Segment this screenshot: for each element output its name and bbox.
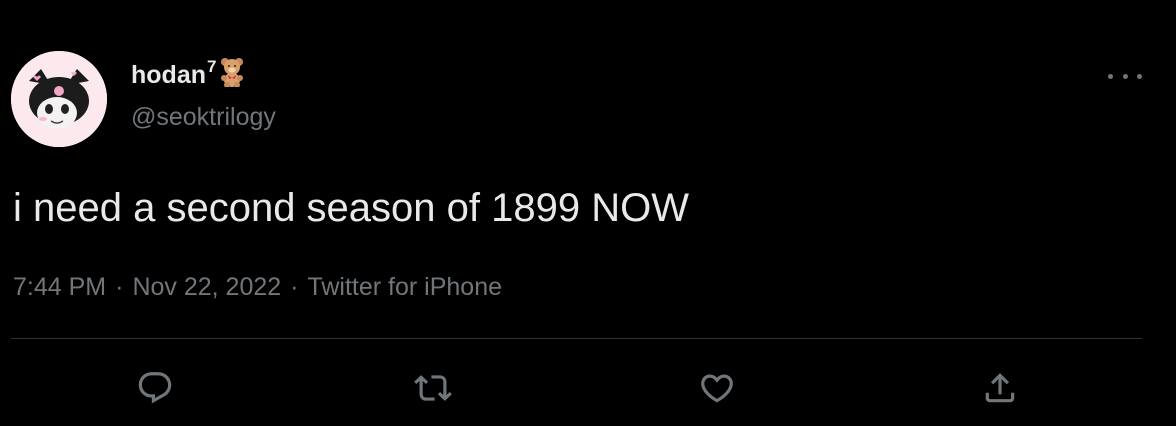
display-name[interactable]: hodan 7 bbox=[131, 57, 245, 90]
display-name-superscript: 7 bbox=[207, 57, 217, 76]
more-options-icon[interactable] bbox=[1108, 64, 1142, 88]
heart-icon bbox=[701, 374, 733, 403]
meta-separator: · bbox=[115, 273, 124, 301]
user-handle[interactable]: @seoktrilogy bbox=[131, 102, 276, 132]
meta-separator: · bbox=[290, 273, 299, 301]
tweet-time[interactable]: 7:44 PM bbox=[13, 273, 106, 301]
tweet-date[interactable]: Nov 22, 2022 bbox=[132, 273, 281, 301]
avatar[interactable] bbox=[11, 51, 107, 147]
share-button[interactable] bbox=[980, 368, 1020, 408]
tweet-text: i need a second season of 1899 NOW bbox=[13, 186, 689, 230]
display-name-text: hodan bbox=[131, 61, 206, 89]
more-dot bbox=[1108, 73, 1113, 79]
like-button[interactable] bbox=[697, 368, 737, 408]
reply-button[interactable] bbox=[135, 368, 175, 408]
more-dot bbox=[1137, 73, 1142, 79]
more-dot bbox=[1122, 73, 1128, 79]
divider bbox=[11, 338, 1142, 339]
kuromi-avatar-image bbox=[11, 51, 107, 147]
retweet-icon bbox=[414, 375, 452, 401]
retweet-button[interactable] bbox=[413, 368, 453, 408]
tweet-source[interactable]: Twitter for iPhone bbox=[307, 273, 502, 301]
tweet-meta: 7:44 PM · Nov 22, 2022 · Twitter for iPhone bbox=[13, 271, 502, 303]
teddy-bear-icon bbox=[219, 57, 245, 88]
reply-icon bbox=[138, 372, 172, 404]
share-icon bbox=[985, 373, 1015, 403]
